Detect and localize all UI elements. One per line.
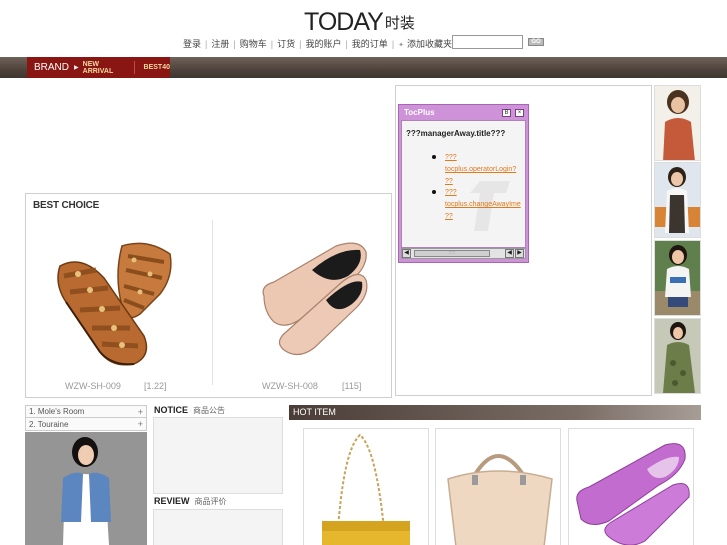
model-photo [655, 86, 700, 160]
nav-separator: | [205, 39, 208, 49]
logo-cn-text: 时装 [384, 15, 415, 32]
nav-separator: | [391, 39, 395, 49]
brand-list-label: 2. Touraine [29, 419, 69, 429]
bookmark-star-icon: ✦ [398, 42, 405, 49]
nav-register-link[interactable]: 注册 [211, 39, 229, 49]
model-banner-image[interactable] [25, 432, 147, 545]
tocplus-title: TocPlus [404, 108, 435, 117]
site-logo[interactable]: TODAY 时装 [304, 8, 415, 37]
new-arrival-tab[interactable]: NEW ARRIVAL [83, 61, 126, 75]
triangle-right-icon: ▶ [74, 65, 79, 71]
model-thumbnail[interactable] [654, 240, 701, 316]
nav-separator: | [233, 39, 236, 49]
notice-panel [153, 417, 283, 494]
notice-title-cn: 商品公告 [193, 406, 226, 415]
nav-account-link[interactable]: 我的账户 [305, 39, 341, 49]
tab-divider [133, 61, 135, 74]
product-image-beige-bag [447, 454, 553, 545]
product-divider [212, 220, 213, 385]
link-line: ??? [445, 154, 457, 161]
product-image-flats[interactable] [256, 238, 371, 363]
notice-section-title: NOTICE 商品公告 [154, 405, 225, 416]
nav-separator: | [299, 39, 302, 49]
review-panel [153, 509, 283, 545]
model-thumbnail[interactable] [654, 162, 701, 238]
hot-item-card[interactable] [303, 428, 429, 545]
scrollbar-thumb[interactable]: ::::: [414, 250, 490, 257]
hot-item-bar [289, 405, 701, 420]
scroll-right-icon[interactable]: ▶ [515, 249, 524, 258]
brand-tab-group: BRAND ▶ NEW ARRIVAL BEST40 [27, 57, 170, 78]
scroll-grip: ::::: [448, 250, 456, 256]
product-image-sandals[interactable] [52, 236, 177, 368]
link-line: ?? [445, 213, 453, 220]
review-title: REVIEW [154, 496, 190, 506]
model-photo [25, 432, 147, 545]
search-go-button[interactable]: GO [528, 38, 544, 46]
plus-icon[interactable]: + [138, 407, 143, 417]
notice-title: NOTICE [154, 405, 189, 415]
scroll-left-icon[interactable]: ◀ [402, 249, 411, 258]
best40-tab[interactable]: BEST40 [144, 64, 170, 71]
model-photo [655, 241, 700, 315]
model-thumbnail[interactable] [654, 318, 701, 394]
tocplus-operator-login-link[interactable]: ??? tocplus.operatorLogin? ?? [445, 152, 527, 188]
product-price: [115] [342, 381, 362, 391]
review-section-title: REVIEW 商品评价 [154, 496, 227, 507]
nav-cart-link[interactable]: 购物车 [240, 39, 267, 49]
nav-login-link[interactable]: 登录 [183, 39, 201, 49]
search-input[interactable] [452, 35, 523, 49]
scroll-left-icon[interactable]: ◀ [505, 249, 514, 258]
product-code[interactable]: WZW-SH-009 [65, 381, 121, 391]
nav-separator: | [270, 39, 274, 49]
plus-icon[interactable]: + [138, 419, 143, 429]
product-code[interactable]: WZW-SH-008 [262, 381, 318, 391]
hot-item-title: HOT ITEM [293, 407, 336, 417]
nav-separator: | [345, 39, 348, 49]
product-image-yellow-bag [322, 433, 410, 545]
review-title-cn: 商品评价 [194, 497, 227, 506]
nav-order-link[interactable]: 订货 [277, 39, 295, 49]
product-price: [1.22] [144, 381, 167, 391]
tocplus-change-away-link[interactable]: ??? tocplus.changeAwayIme ?? [445, 187, 527, 223]
brand-list-item[interactable]: 2. Touraine + [25, 418, 147, 431]
bullet-icon [432, 190, 436, 194]
link-line: tocplus.changeAwayIme [445, 201, 521, 208]
nav-bookmark-link[interactable]: 添加收藏夹 [407, 39, 452, 49]
model-photo [655, 163, 700, 237]
brand-tab[interactable]: BRAND [34, 62, 69, 73]
nav-my-orders-link[interactable]: 我的订单 [352, 39, 388, 49]
brand-list-item[interactable]: 1. Mole's Room + [25, 405, 147, 418]
hot-item-card[interactable] [568, 428, 694, 545]
bullet-icon [432, 155, 436, 159]
brand-list-label: 1. Mole's Room [29, 407, 85, 416]
best-choice-title: BEST CHOICE [33, 200, 100, 211]
model-thumbnail[interactable] [654, 85, 701, 161]
top-navigation: 登录 | 注册 | 购物车 | 订货 | 我的账户 | 我的订单 | ✦ 添加收藏夹 [183, 37, 452, 50]
product-image-purple-flats [576, 443, 690, 545]
tocplus-window-buttons: B × [502, 109, 524, 117]
model-photo [655, 319, 700, 393]
brand-list: 1. Mole's Room + 2. Touraine + [25, 405, 147, 431]
link-line: ??? [445, 189, 457, 196]
tocplus-heading: ???managerAway.title??? [406, 129, 506, 138]
hot-item-card[interactable] [435, 428, 561, 545]
logo-text: TODAY [304, 8, 384, 36]
tocplus-minimize-button[interactable]: B [502, 109, 511, 117]
link-line: tocplus.operatorLogin? [445, 166, 517, 173]
tocplus-close-button[interactable]: × [515, 109, 524, 117]
